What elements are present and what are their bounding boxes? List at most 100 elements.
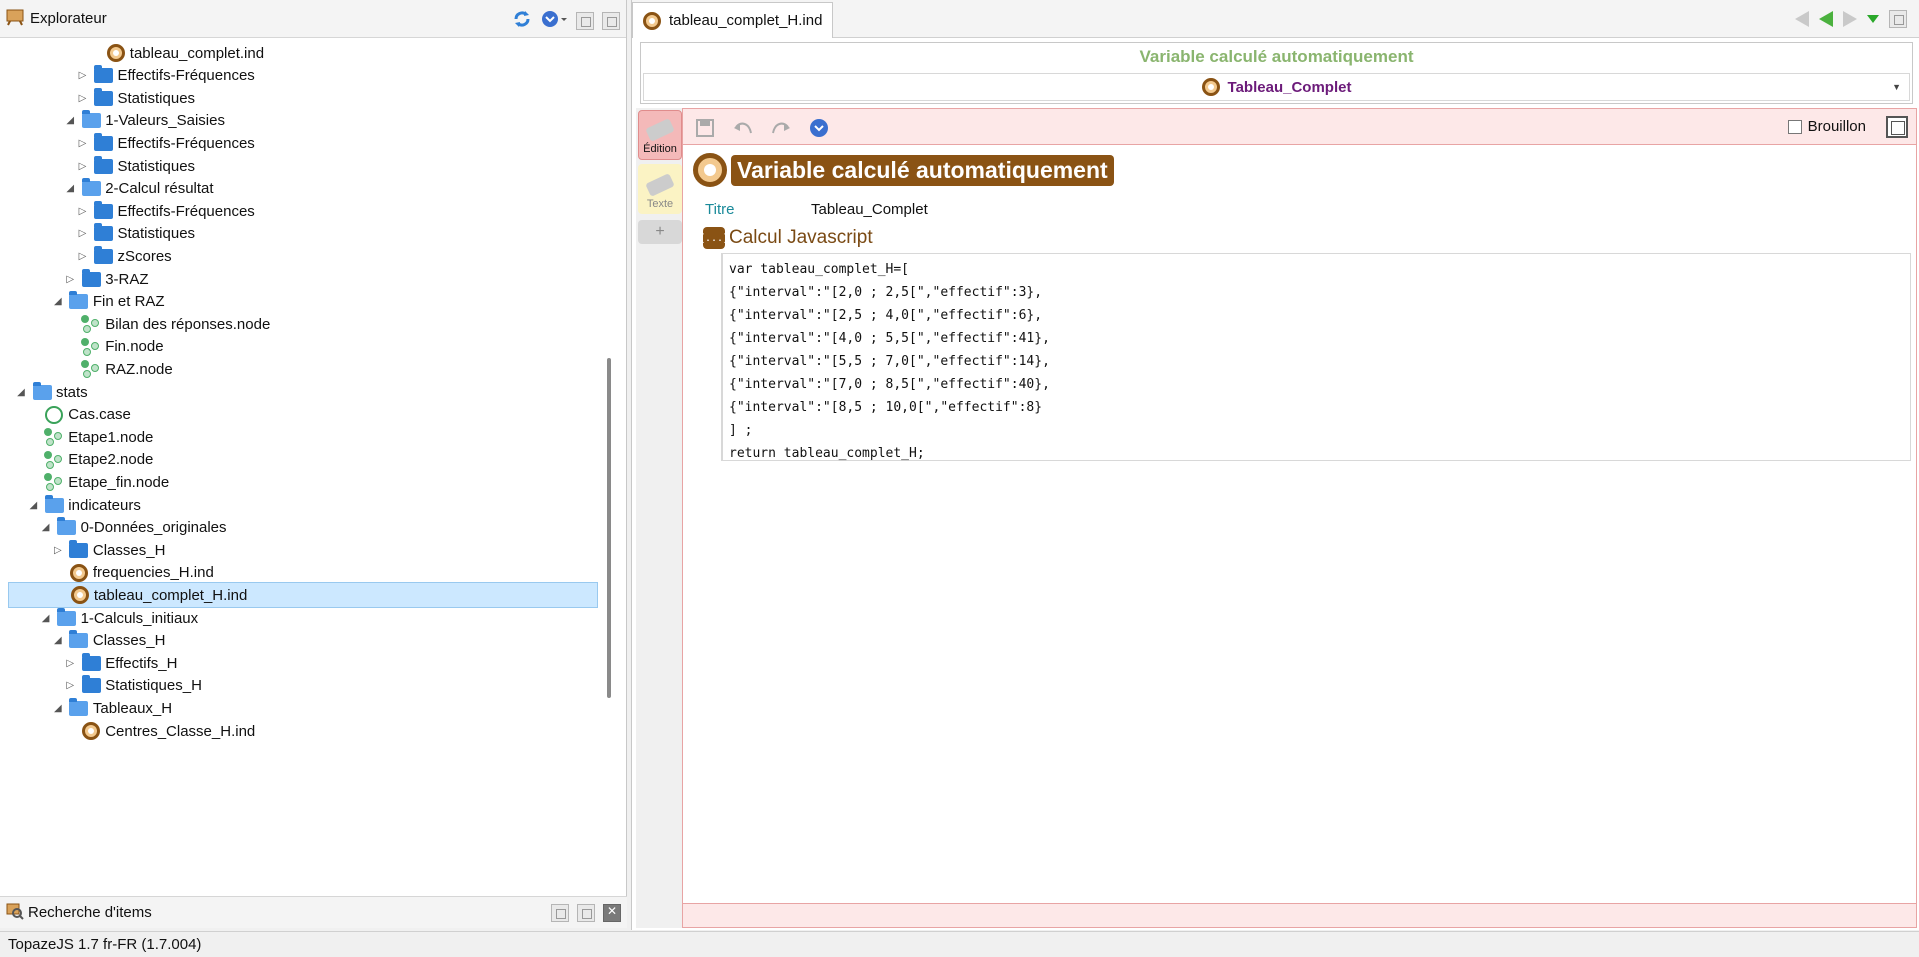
maximize-button[interactable] bbox=[602, 12, 620, 30]
info-box: Variable calculé automatiquement Tableau… bbox=[640, 42, 1913, 104]
code-editor[interactable]: var tableau_complet_H=[{"interval":"[2,0… bbox=[721, 253, 1911, 461]
edit-pen-icon bbox=[645, 118, 675, 142]
code-line[interactable]: return tableau_complet_H; bbox=[729, 442, 1904, 465]
expand-arrow-icon[interactable]: ▷ bbox=[63, 656, 77, 670]
refresh-icon[interactable] bbox=[512, 9, 532, 33]
collapse-arrow-icon[interactable]: ◢ bbox=[14, 385, 28, 399]
collapse-arrow-icon[interactable]: ◢ bbox=[26, 498, 40, 512]
tab-label: tableau_complet_H.ind bbox=[669, 12, 823, 29]
nav-dropdown-icon[interactable] bbox=[1867, 15, 1879, 23]
node-icon bbox=[81, 337, 101, 356]
checkbox-box[interactable] bbox=[1787, 119, 1802, 134]
page-title-text: Variable calculé automatiquement bbox=[731, 154, 1114, 186]
folder-open-icon bbox=[81, 110, 101, 130]
folder-open-icon bbox=[57, 517, 77, 537]
brouillon-checkbox[interactable]: Brouillon bbox=[1787, 118, 1866, 135]
folder-open-icon bbox=[69, 630, 89, 650]
folder-icon bbox=[94, 200, 114, 220]
titre-value[interactable]: Tableau_Complet bbox=[811, 201, 928, 218]
expand-arrow-icon[interactable]: ▷ bbox=[76, 159, 90, 173]
expand-arrow-icon[interactable]: ▷ bbox=[76, 69, 90, 83]
code-line[interactable]: {"interval":"[8,5 ; 10,0[","effectif":8} bbox=[729, 396, 1904, 419]
tree-item-label: Statistiques bbox=[117, 225, 196, 243]
tree-item[interactable]: Centres_Classe_H.ind bbox=[63, 718, 255, 744]
search-minimize-button[interactable] bbox=[551, 904, 569, 922]
explorer-scrollbar[interactable] bbox=[607, 358, 611, 698]
add-tab-button[interactable]: + bbox=[638, 220, 682, 244]
tree-item-label: Statistiques bbox=[117, 157, 196, 175]
code-line[interactable]: var tableau_complet_H=[ bbox=[729, 258, 1904, 281]
options-dropdown-icon[interactable] bbox=[809, 118, 829, 138]
redo-icon[interactable] bbox=[771, 118, 791, 138]
node-icon bbox=[81, 360, 101, 379]
tree-item-label: 1-Valeurs_Saisies bbox=[105, 112, 225, 130]
tab-edition[interactable]: Édition bbox=[638, 110, 682, 160]
expand-arrow-icon[interactable]: ▷ bbox=[63, 272, 77, 286]
tree-item-label: Tableaux_H bbox=[92, 699, 173, 717]
folder-icon bbox=[69, 539, 89, 559]
code-line[interactable]: {"interval":"[4,0 ; 5,5[","effectif":41}… bbox=[729, 327, 1904, 350]
tab-edition-label: Édition bbox=[643, 143, 677, 155]
code-line[interactable]: {"interval":"[7,0 ; 8,5[","effectif":40}… bbox=[729, 373, 1904, 396]
code-line[interactable]: {"interval":"[2,5 ; 4,0[","effectif":6}, bbox=[729, 304, 1904, 327]
code-line[interactable]: ] ; bbox=[729, 419, 1904, 442]
folder-icon bbox=[94, 132, 114, 152]
code-line[interactable]: {"interval":"[2,0 ; 2,5[","effectif":3}, bbox=[729, 281, 1904, 304]
collapse-arrow-icon[interactable]: ◢ bbox=[51, 701, 65, 715]
search-maximize-button[interactable] bbox=[577, 904, 595, 922]
expand-arrow-icon[interactable]: ▷ bbox=[76, 91, 90, 105]
folder-open-icon bbox=[44, 494, 64, 514]
tab-texte[interactable]: Texte bbox=[638, 164, 682, 214]
folder-icon bbox=[81, 652, 101, 672]
search-panel: Recherche d'items bbox=[0, 896, 627, 928]
expand-arrow-icon[interactable]: ▷ bbox=[76, 227, 90, 241]
folder-icon bbox=[81, 675, 101, 695]
collapse-arrow-icon[interactable]: ◢ bbox=[51, 634, 65, 648]
item-selector[interactable]: Tableau_Complet ▼ bbox=[643, 73, 1910, 101]
folder-open-icon bbox=[69, 291, 89, 311]
folder-icon bbox=[94, 87, 114, 107]
tree-item-label: Effectifs_H bbox=[105, 654, 178, 672]
tab-tableau-complet-h[interactable]: tableau_complet_H.ind bbox=[632, 2, 834, 38]
minimize-button[interactable] bbox=[576, 12, 594, 30]
collapse-arrow-icon[interactable]: ◢ bbox=[39, 521, 53, 535]
collapse-arrow-icon[interactable]: ◢ bbox=[39, 611, 53, 625]
expand-arrow-icon[interactable]: ▷ bbox=[76, 204, 90, 218]
nav-back-icon[interactable] bbox=[1819, 11, 1833, 27]
chevron-down-icon: ▼ bbox=[1892, 82, 1901, 92]
collapse-arrow-icon[interactable]: ◢ bbox=[51, 295, 65, 309]
code-line[interactable]: {"interval":"[5,5 ; 7,0[","effectif":14}… bbox=[729, 350, 1904, 373]
expand-arrow-icon[interactable]: ▷ bbox=[63, 679, 77, 693]
nav-first-icon[interactable] bbox=[1795, 11, 1809, 27]
editor-maximize-button[interactable] bbox=[1889, 10, 1907, 28]
tree-item-label: Classes_H bbox=[92, 541, 166, 559]
explorer-title: Explorateur bbox=[30, 10, 107, 27]
undo-icon[interactable] bbox=[733, 118, 753, 138]
folder-icon bbox=[94, 155, 114, 175]
tree-item-label: Cas.case bbox=[68, 406, 131, 424]
collapse-arrow-icon[interactable]: ◢ bbox=[63, 114, 77, 128]
folder-open-icon bbox=[81, 178, 101, 198]
content-bottom-strip bbox=[683, 903, 1916, 927]
indicator-icon bbox=[106, 44, 126, 62]
expand-arrow-icon[interactable]: ▷ bbox=[76, 136, 90, 150]
nav-forward-icon[interactable] bbox=[1843, 11, 1857, 27]
tree-item-label: Effectifs-Fréquences bbox=[117, 134, 255, 152]
tree-item-label: 0-Données_originales bbox=[80, 519, 227, 537]
editor-panel: tableau_complet_H.ind Variable calculé a… bbox=[631, 0, 1919, 930]
indicator-icon bbox=[70, 586, 90, 605]
collapse-arrow-icon[interactable]: ◢ bbox=[63, 182, 77, 196]
expand-arrow-icon[interactable]: ▷ bbox=[51, 543, 65, 557]
indicator-icon bbox=[1201, 78, 1220, 96]
expand-arrow-icon[interactable]: ▷ bbox=[76, 249, 90, 263]
menu-dropdown-icon[interactable] bbox=[540, 9, 568, 33]
node-icon bbox=[44, 450, 64, 469]
tree-item-label: 1-Calculs_initiaux bbox=[80, 609, 199, 627]
content-maximize-button[interactable] bbox=[1886, 116, 1908, 138]
save-icon[interactable] bbox=[695, 118, 715, 138]
tree-item-label: tableau_complet_H.ind bbox=[93, 586, 248, 604]
search-close-button[interactable] bbox=[603, 904, 621, 922]
